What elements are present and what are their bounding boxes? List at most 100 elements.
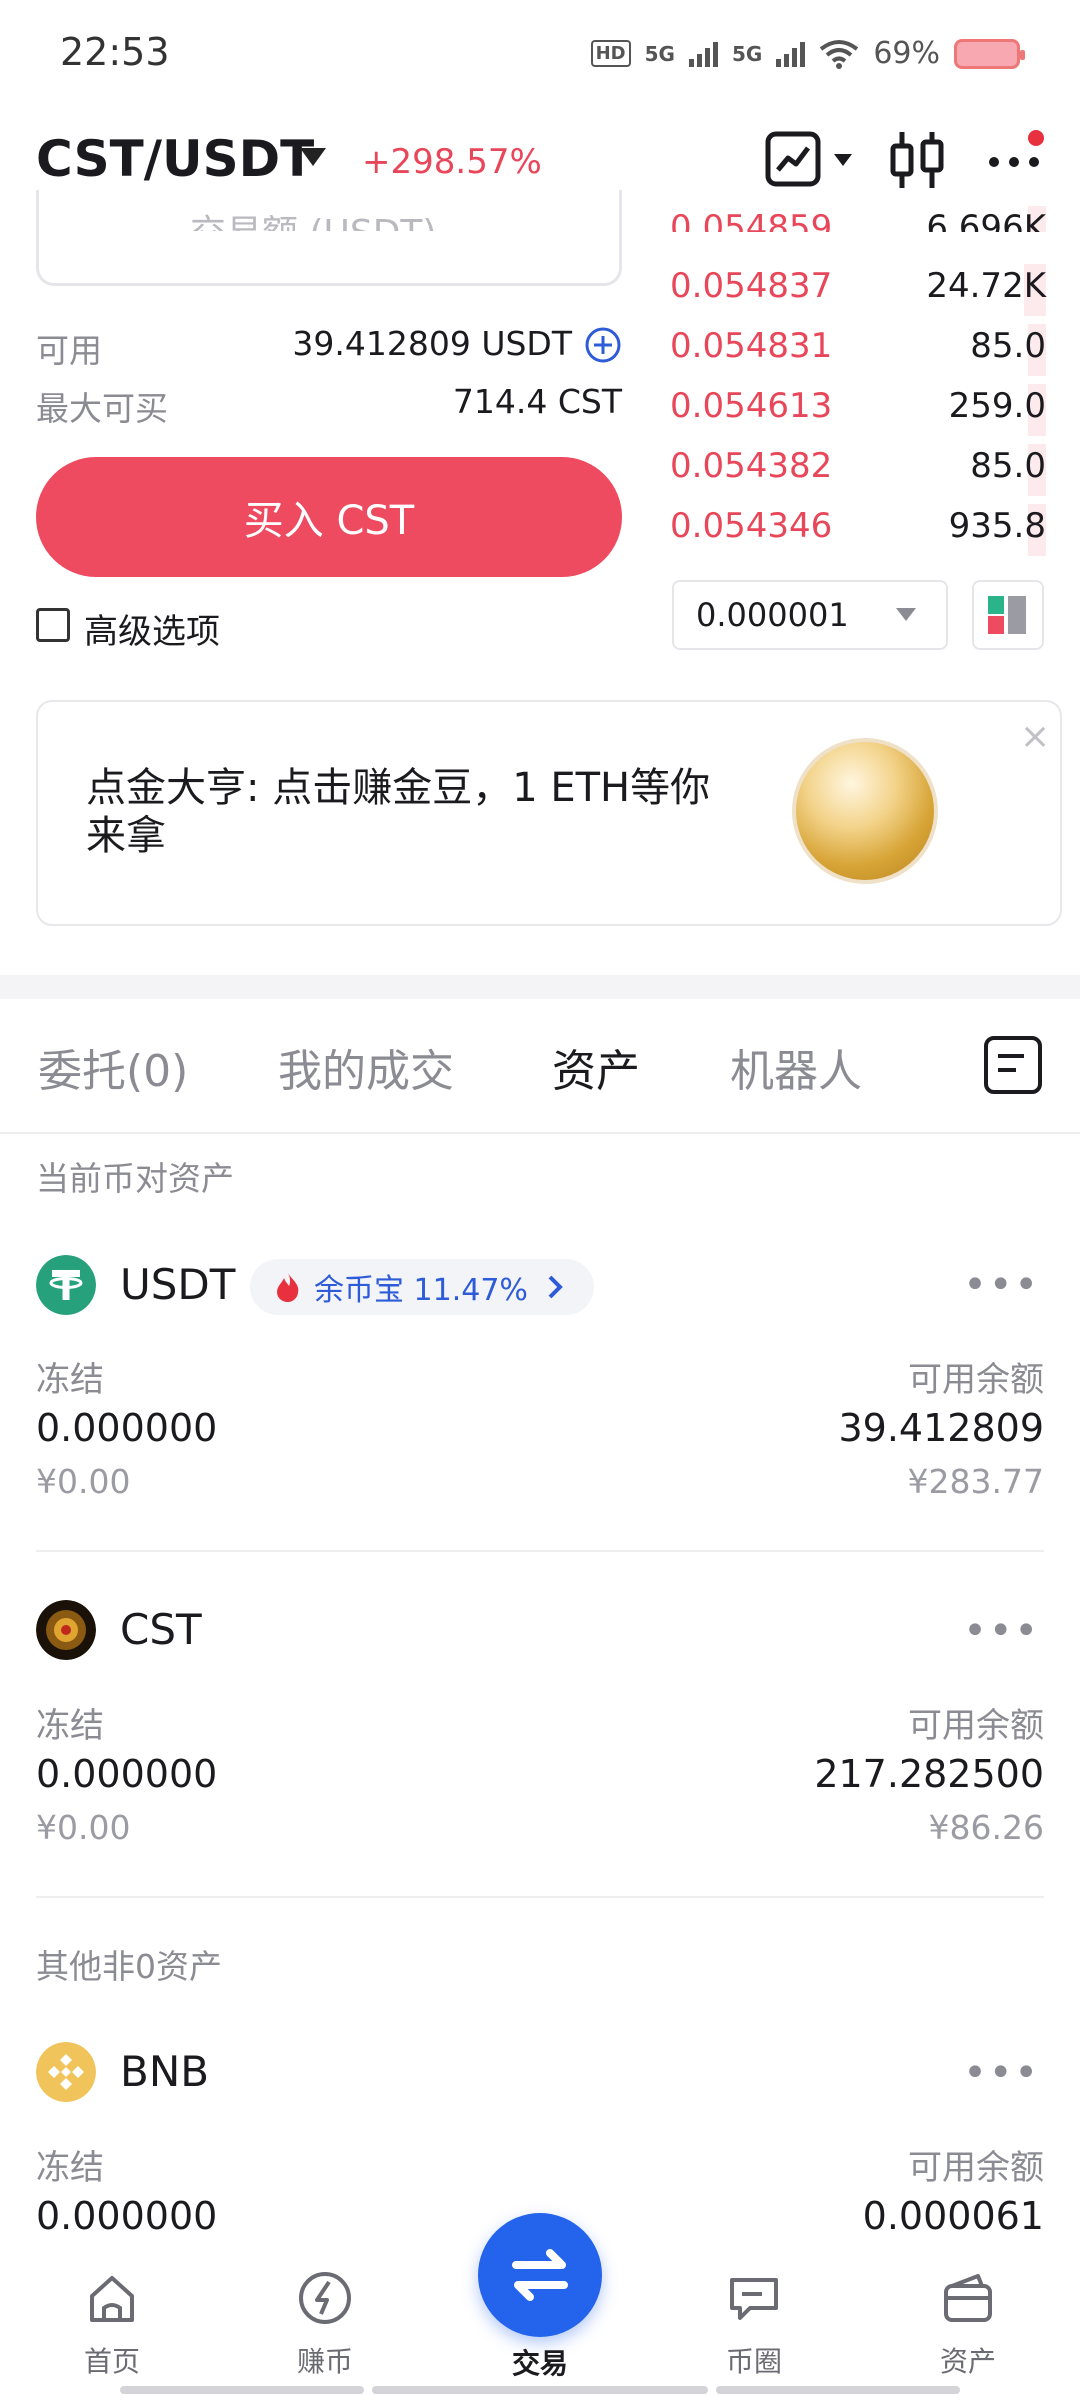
- home-icon: [90, 2276, 134, 2322]
- usdt-coin-icon: [36, 1255, 96, 1315]
- earn-icon: [299, 2272, 351, 2324]
- wifi-icon: [820, 39, 859, 69]
- ask-qty: 85.0: [970, 326, 1046, 366]
- order-book-row[interactable]: 0.054382 85.0: [670, 440, 1046, 500]
- available-balance-label: 可用余额: [908, 1706, 1044, 1746]
- more-options-icon[interactable]: •••: [963, 1608, 1040, 1654]
- bnb-coin-icon: [36, 2042, 96, 2102]
- nav-trade[interactable]: 交易: [470, 2342, 610, 2382]
- section-divider: [0, 975, 1080, 999]
- close-icon[interactable]: ×: [1020, 716, 1050, 757]
- order-history-icon[interactable]: [984, 1036, 1042, 1094]
- yuebao-badge[interactable]: 余币宝 11.47%: [250, 1259, 594, 1315]
- nav-community[interactable]: 币圈: [684, 2268, 824, 2380]
- frozen-label: 冻结: [36, 1706, 104, 1746]
- tab-bots[interactable]: 机器人: [730, 1035, 862, 1099]
- hd-voice-icon: HD: [590, 40, 631, 67]
- asset-divider: [36, 1896, 1044, 1898]
- pair-selector[interactable]: CST/USDT: [36, 130, 314, 188]
- home-indicator-right: [716, 2386, 960, 2394]
- more-options-icon[interactable]: •••: [963, 2050, 1040, 2096]
- order-book-row[interactable]: 0.054831 85.0: [670, 320, 1046, 380]
- tab-my-trades[interactable]: 我的成交: [278, 1035, 454, 1099]
- signal-icon: [688, 41, 718, 67]
- order-book-row[interactable]: 0.054346 935.8: [670, 500, 1046, 560]
- tab-orders[interactable]: 委托(0): [38, 1035, 188, 1099]
- frozen-label: 冻结: [36, 2148, 104, 2188]
- nav-earn[interactable]: 赚币: [255, 2268, 395, 2380]
- chevron-down-icon[interactable]: [300, 148, 326, 166]
- available-cny: ¥283.77: [907, 1462, 1044, 1501]
- network-type-2: 5G: [731, 41, 763, 66]
- book-view-toggle[interactable]: [972, 580, 1044, 650]
- nav-assets[interactable]: 资产: [898, 2268, 1038, 2380]
- advanced-options-label[interactable]: 高级选项: [84, 604, 220, 653]
- ask-price: 0.054613: [670, 386, 833, 426]
- precision-value: 0.000001: [696, 596, 849, 634]
- ask-price: 0.054831: [670, 326, 833, 366]
- nav-assets-label: 资产: [939, 2345, 996, 2378]
- advanced-options-checkbox[interactable]: [36, 608, 70, 642]
- current-pair-assets-label: 当前币对资产: [36, 1159, 234, 1198]
- asset-name: BNB: [120, 2047, 210, 2096]
- chevron-down-icon: [896, 608, 916, 621]
- tab-assets[interactable]: 资产: [552, 1035, 640, 1099]
- frozen-amount: 0.000000: [36, 1406, 218, 1450]
- nav-home[interactable]: 首页: [42, 2268, 182, 2380]
- ask-qty: 85.0: [970, 446, 1046, 486]
- book-layout-icon: [988, 596, 1026, 634]
- asset-name: USDT: [120, 1260, 236, 1309]
- nav-trade-label: 交易: [511, 2347, 568, 2380]
- available-cny: ¥86.26: [928, 1808, 1044, 1847]
- home-indicator-left: [120, 2386, 364, 2394]
- frozen-amount: 0.000000: [36, 2194, 218, 2238]
- order-book-row[interactable]: 0.054613 259.0: [670, 380, 1046, 440]
- wallet-icon: [944, 2274, 992, 2322]
- available-value: 39.412809 USDT: [292, 324, 572, 363]
- asset-divider: [36, 1550, 1044, 1552]
- more-options-icon[interactable]: •••: [963, 1262, 1040, 1308]
- cst-coin-icon: [36, 1600, 96, 1660]
- status-time: 22:53: [60, 30, 170, 74]
- max-buy-label: 最大可买: [36, 389, 168, 428]
- tab-divider: [0, 1132, 1080, 1134]
- add-funds-icon[interactable]: [584, 326, 622, 364]
- buy-button[interactable]: 买入 CST: [36, 457, 622, 577]
- frozen-cny: ¥0.00: [36, 1462, 131, 1501]
- battery-icon: [954, 38, 1025, 69]
- fire-icon: [277, 1273, 299, 1302]
- ask-qty: 6.696K: [926, 208, 1046, 248]
- home-indicator-center: [372, 2386, 708, 2394]
- price-change: +298.57%: [362, 142, 542, 182]
- chart-icon[interactable]: [764, 128, 860, 192]
- ask-price: 0.054346: [670, 506, 833, 546]
- battery-percent: 69%: [873, 36, 940, 71]
- ask-price: 0.054859: [670, 208, 833, 248]
- nav-community-label: 币圈: [725, 2345, 782, 2378]
- available-balance-label: 可用余额: [908, 2148, 1044, 2188]
- swap-icon: [512, 2249, 568, 2301]
- nav-home-label: 首页: [83, 2345, 140, 2378]
- order-book-row[interactable]: 0.054859 6.696K: [670, 202, 1046, 248]
- available-amount: 217.282500: [814, 1752, 1044, 1796]
- ask-qty: 259.0: [948, 386, 1046, 426]
- ask-qty: 24.72K: [926, 266, 1046, 306]
- nav-earn-label: 赚币: [296, 2345, 353, 2378]
- trade-button[interactable]: [478, 2213, 602, 2337]
- max-buy-value: 714.4 CST: [452, 382, 622, 421]
- yuebao-label: 余币宝 11.47%: [314, 1273, 528, 1308]
- promo-text: 点金大亨: 点击赚金豆，1 ETH等你来拿: [86, 765, 711, 859]
- order-book-row[interactable]: 0.054837 24.72K: [670, 260, 1046, 320]
- network-type-1: 5G: [644, 41, 675, 66]
- gold-coin-image: [792, 738, 938, 884]
- frozen-cny: ¥0.00: [36, 1808, 131, 1847]
- frozen-amount: 0.000000: [36, 1752, 218, 1796]
- signal-icon-2: [776, 41, 806, 67]
- available-label: 可用: [36, 331, 102, 370]
- available-balance-label: 可用余额: [908, 1360, 1044, 1400]
- more-icon[interactable]: [986, 128, 1046, 192]
- chevron-right-icon: [548, 1275, 563, 1299]
- asset-name: CST: [120, 1605, 202, 1654]
- available-amount: 39.412809: [838, 1406, 1045, 1450]
- candlestick-icon[interactable]: [888, 128, 946, 192]
